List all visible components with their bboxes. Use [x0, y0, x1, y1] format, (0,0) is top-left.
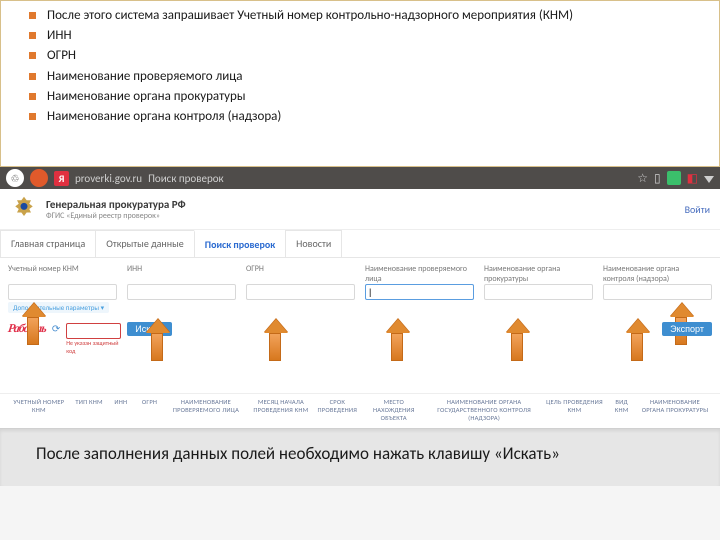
arrow-icon: [22, 303, 44, 345]
col-header: СРОК ПРОВЕДЕНИЯ: [316, 398, 359, 422]
filter-label: Наименование органа контроля (надзора): [603, 264, 712, 284]
tabs-nav: Главная страница Открытые данные Поиск п…: [0, 230, 720, 258]
browser-toolbar: ♲ Я proverki.gov.ru Поиск проверок ☆ ▯ ◧: [0, 167, 720, 189]
tab-news[interactable]: Новости: [285, 230, 342, 257]
filter-input-knm[interactable]: [8, 284, 117, 300]
filter-input-control-body[interactable]: [603, 284, 712, 300]
arrow-icon: [386, 319, 408, 361]
tab-home[interactable]: Главная страница: [0, 230, 96, 257]
col-header: МЕСТО НАХОЖДЕНИЯ ОБЪЕКТА: [363, 398, 425, 422]
col-header: ВИД КНМ: [609, 398, 634, 422]
filter-input-prosecutor[interactable]: [484, 284, 593, 300]
col-header: НАИМЕНОВАНИЕ ОРГАНА ПРОКУРАТУРЫ: [638, 398, 712, 422]
address-bar[interactable]: proverki.gov.ru Поиск проверок: [75, 172, 224, 185]
pagemark-icon[interactable]: ◧: [687, 171, 698, 186]
col-header: ТИП КНМ: [74, 398, 105, 422]
instruction-item: Наименование органа прокуратуры: [29, 88, 691, 106]
filter-input-inn[interactable]: [127, 284, 236, 300]
controls-row: Дополнительные параметры ▾: [0, 302, 720, 319]
login-link[interactable]: Войти: [685, 203, 710, 216]
arrows-overlay: [0, 345, 720, 393]
col-header: ЦЕЛЬ ПРОВЕДЕНИЯ КНМ: [544, 398, 606, 422]
footer-text: После заполнения данных полей необходимо…: [36, 443, 560, 464]
tab-open-data[interactable]: Открытые данные: [95, 230, 195, 257]
page-header: Генеральная прокуратура РФ ФГИС «Единый …: [0, 189, 720, 230]
instruction-item: ОГРН: [29, 47, 691, 65]
recycle-icon: ♲: [6, 169, 24, 187]
filter-label: Наименование проверяемого лица: [365, 264, 474, 284]
filter-row: Учетный номер КНМ ИНН ОГРН Наименование …: [0, 258, 720, 302]
instruction-box: После этого система запрашивает Учетный …: [0, 0, 720, 167]
col-header: ИНН: [109, 398, 134, 422]
instruction-item: Наименование органа контроля (надзора): [29, 108, 691, 126]
footer-instruction: После заполнения данных полей необходимо…: [0, 428, 720, 486]
col-header: НАИМЕНОВАНИЕ ОРГАНА ГОСУДАРСТВЕННОГО КОН…: [429, 398, 540, 422]
tab-search[interactable]: Поиск проверок: [194, 230, 286, 257]
col-header: УЧЕТНЫЙ НОМЕР КНМ: [8, 398, 70, 422]
captcha-reload-icon[interactable]: ⟳: [52, 322, 60, 335]
header-subtitle: ФГИС «Единый реестр проверок»: [46, 211, 186, 221]
captcha-input[interactable]: [66, 323, 121, 339]
emblem-icon: [10, 195, 38, 223]
book-icon[interactable]: ▯: [654, 171, 661, 186]
arrow-icon: [146, 319, 168, 361]
col-header: НАИМЕНОВАНИЕ ПРОВЕРЯЕМОГО ЛИЦА: [166, 398, 246, 422]
header-title: Генеральная прокуратура РФ: [46, 198, 186, 211]
url-text: proverki.gov.ru: [75, 172, 142, 185]
filter-input-subject-name[interactable]: [365, 284, 474, 300]
filter-label: ИНН: [127, 264, 236, 284]
col-header: ОГРН: [137, 398, 162, 422]
instruction-item: Наименование проверяемого лица: [29, 68, 691, 86]
result-columns-header: УЧЕТНЫЙ НОМЕР КНМ ТИП КНМ ИНН ОГРН НАИМЕ…: [0, 393, 720, 428]
arrow-icon: [264, 319, 286, 361]
arrow-icon: [626, 319, 648, 361]
filter-label: Учетный номер КНМ: [8, 264, 117, 284]
yandex-icon: Я: [54, 171, 69, 186]
extension-icon[interactable]: [667, 171, 681, 185]
url-search-label: Поиск проверок: [148, 172, 224, 185]
firefox-icon: [30, 169, 48, 187]
bookmark-icon[interactable]: ☆: [637, 171, 648, 186]
download-icon[interactable]: [704, 176, 714, 183]
arrow-icon: [506, 319, 528, 361]
filter-label: Наименование органа прокуратуры: [484, 264, 593, 284]
instruction-item: После этого система запрашивает Учетный …: [29, 7, 691, 25]
export-button[interactable]: Экспорт: [662, 322, 712, 336]
instruction-item: ИНН: [29, 27, 691, 45]
col-header: МЕСЯЦ НАЧАЛА ПРОВЕДЕНИЯ КНМ: [250, 398, 312, 422]
filter-label: ОГРН: [246, 264, 355, 284]
filter-input-ogrn[interactable]: [246, 284, 355, 300]
